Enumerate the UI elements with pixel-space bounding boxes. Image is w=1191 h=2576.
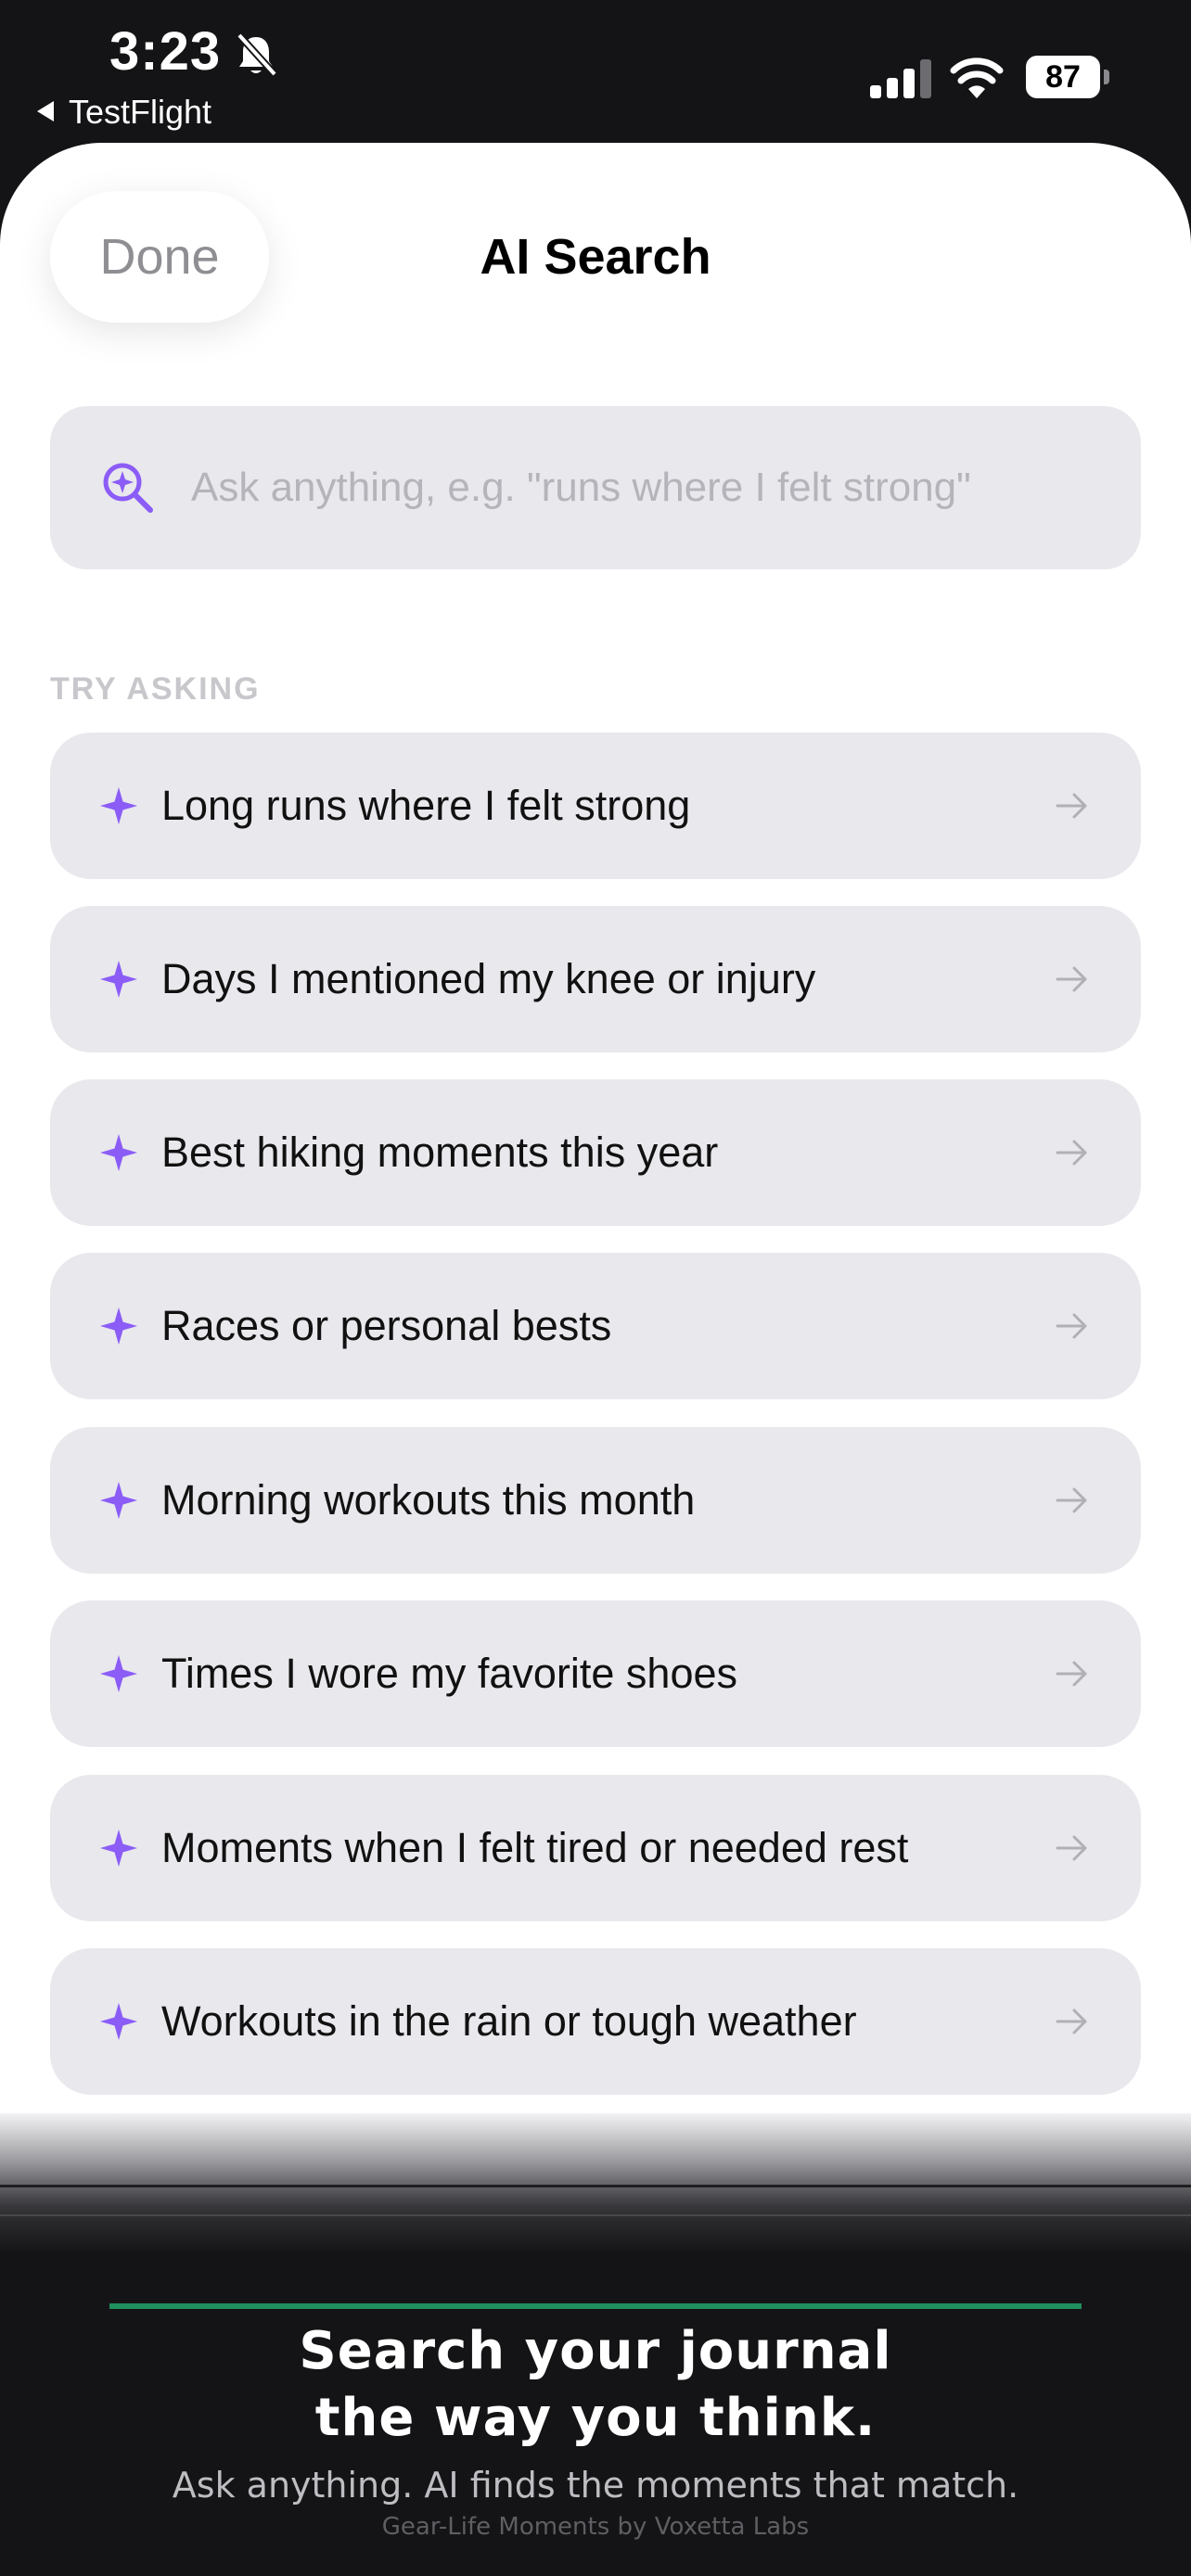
arrow-right-icon — [1056, 2009, 1087, 2034]
arrow-right-icon — [1056, 1313, 1087, 1339]
sparkle-icon — [100, 1307, 137, 1345]
battery-icon: 87 — [1026, 56, 1109, 98]
bell-slash-icon — [237, 32, 277, 77]
suggestion-item[interactable]: Times I wore my favorite shoes — [50, 1600, 1141, 1747]
arrow-right-icon — [1056, 793, 1087, 819]
suggestion-label: Times I wore my favorite shoes — [161, 1650, 738, 1697]
promo-headline-line2: the way you think. — [314, 2388, 877, 2448]
sparkle-icon — [100, 1134, 137, 1171]
suggestion-label: Morning workouts this month — [161, 1476, 696, 1524]
sparkle-icon — [100, 1830, 137, 1867]
arrow-right-icon — [1056, 1661, 1087, 1687]
suggestion-label: Workouts in the rain or tough weather — [161, 1997, 857, 2045]
suggestion-item[interactable]: Long runs where I felt strong — [50, 733, 1141, 879]
section-header-try-asking: TRY ASKING — [50, 671, 261, 707]
search-field[interactable] — [50, 406, 1141, 569]
status-time: 3:23 — [109, 21, 222, 82]
wifi-icon — [950, 57, 1004, 98]
back-arrow-icon — [37, 101, 54, 121]
battery-level: 87 — [1026, 56, 1100, 98]
page-title: AI Search — [480, 229, 711, 285]
signal-icon — [870, 59, 931, 98]
promo-accent-line — [109, 2303, 1082, 2309]
suggestion-label: Long runs where I felt strong — [161, 782, 691, 829]
sparkle-icon — [100, 2003, 137, 2040]
promo-subtitle: Ask anything. AI finds the moments that … — [172, 2465, 1019, 2506]
suggestion-item[interactable]: Best hiking moments this year — [50, 1079, 1141, 1226]
promo-headline: Search your journal the way you think. — [0, 2318, 1191, 2452]
divider — [0, 2214, 1191, 2216]
sparkle-icon — [100, 961, 137, 998]
arrow-right-icon — [1056, 1140, 1087, 1166]
sparkle-magnifier-icon — [103, 463, 153, 513]
promo-credit: Gear-Life Moments by Voxetta Labs — [381, 2513, 810, 2541]
suggestion-item[interactable]: Days I mentioned my knee or injury — [50, 906, 1141, 1052]
suggestion-item[interactable]: Morning workouts this month — [50, 1427, 1141, 1574]
arrow-right-icon — [1056, 966, 1087, 992]
suggestion-item[interactable]: Workouts in the rain or tough weather — [50, 1948, 1141, 2095]
suggestion-label: Races or personal bests — [161, 1302, 612, 1349]
divider — [0, 2185, 1191, 2187]
sparkle-icon — [100, 1655, 137, 1692]
promo-device-edge — [0, 2113, 1191, 2252]
back-to-testflight-link[interactable]: TestFlight — [37, 93, 211, 132]
ai-search-sheet: Done AI Search TRY ASKING Long runs wher… — [0, 143, 1191, 2113]
sparkle-icon — [100, 1482, 137, 1519]
suggestion-label: Best hiking moments this year — [161, 1129, 719, 1176]
arrow-right-icon — [1056, 1835, 1087, 1861]
suggestion-item[interactable]: Moments when I felt tired or needed rest — [50, 1775, 1141, 1921]
back-app-label: TestFlight — [69, 93, 212, 131]
promo-headline-line1: Search your journal — [299, 2321, 892, 2381]
suggestion-label: Moments when I felt tired or needed rest — [161, 1824, 909, 1871]
sparkle-icon — [100, 787, 137, 824]
arrow-right-icon — [1056, 1487, 1087, 1513]
status-bar: 3:23 TestFlight 87 — [0, 0, 1191, 145]
search-input[interactable] — [191, 451, 1109, 525]
suggestion-label: Days I mentioned my knee or injury — [161, 955, 816, 1002]
suggestion-item[interactable]: Races or personal bests — [50, 1253, 1141, 1399]
